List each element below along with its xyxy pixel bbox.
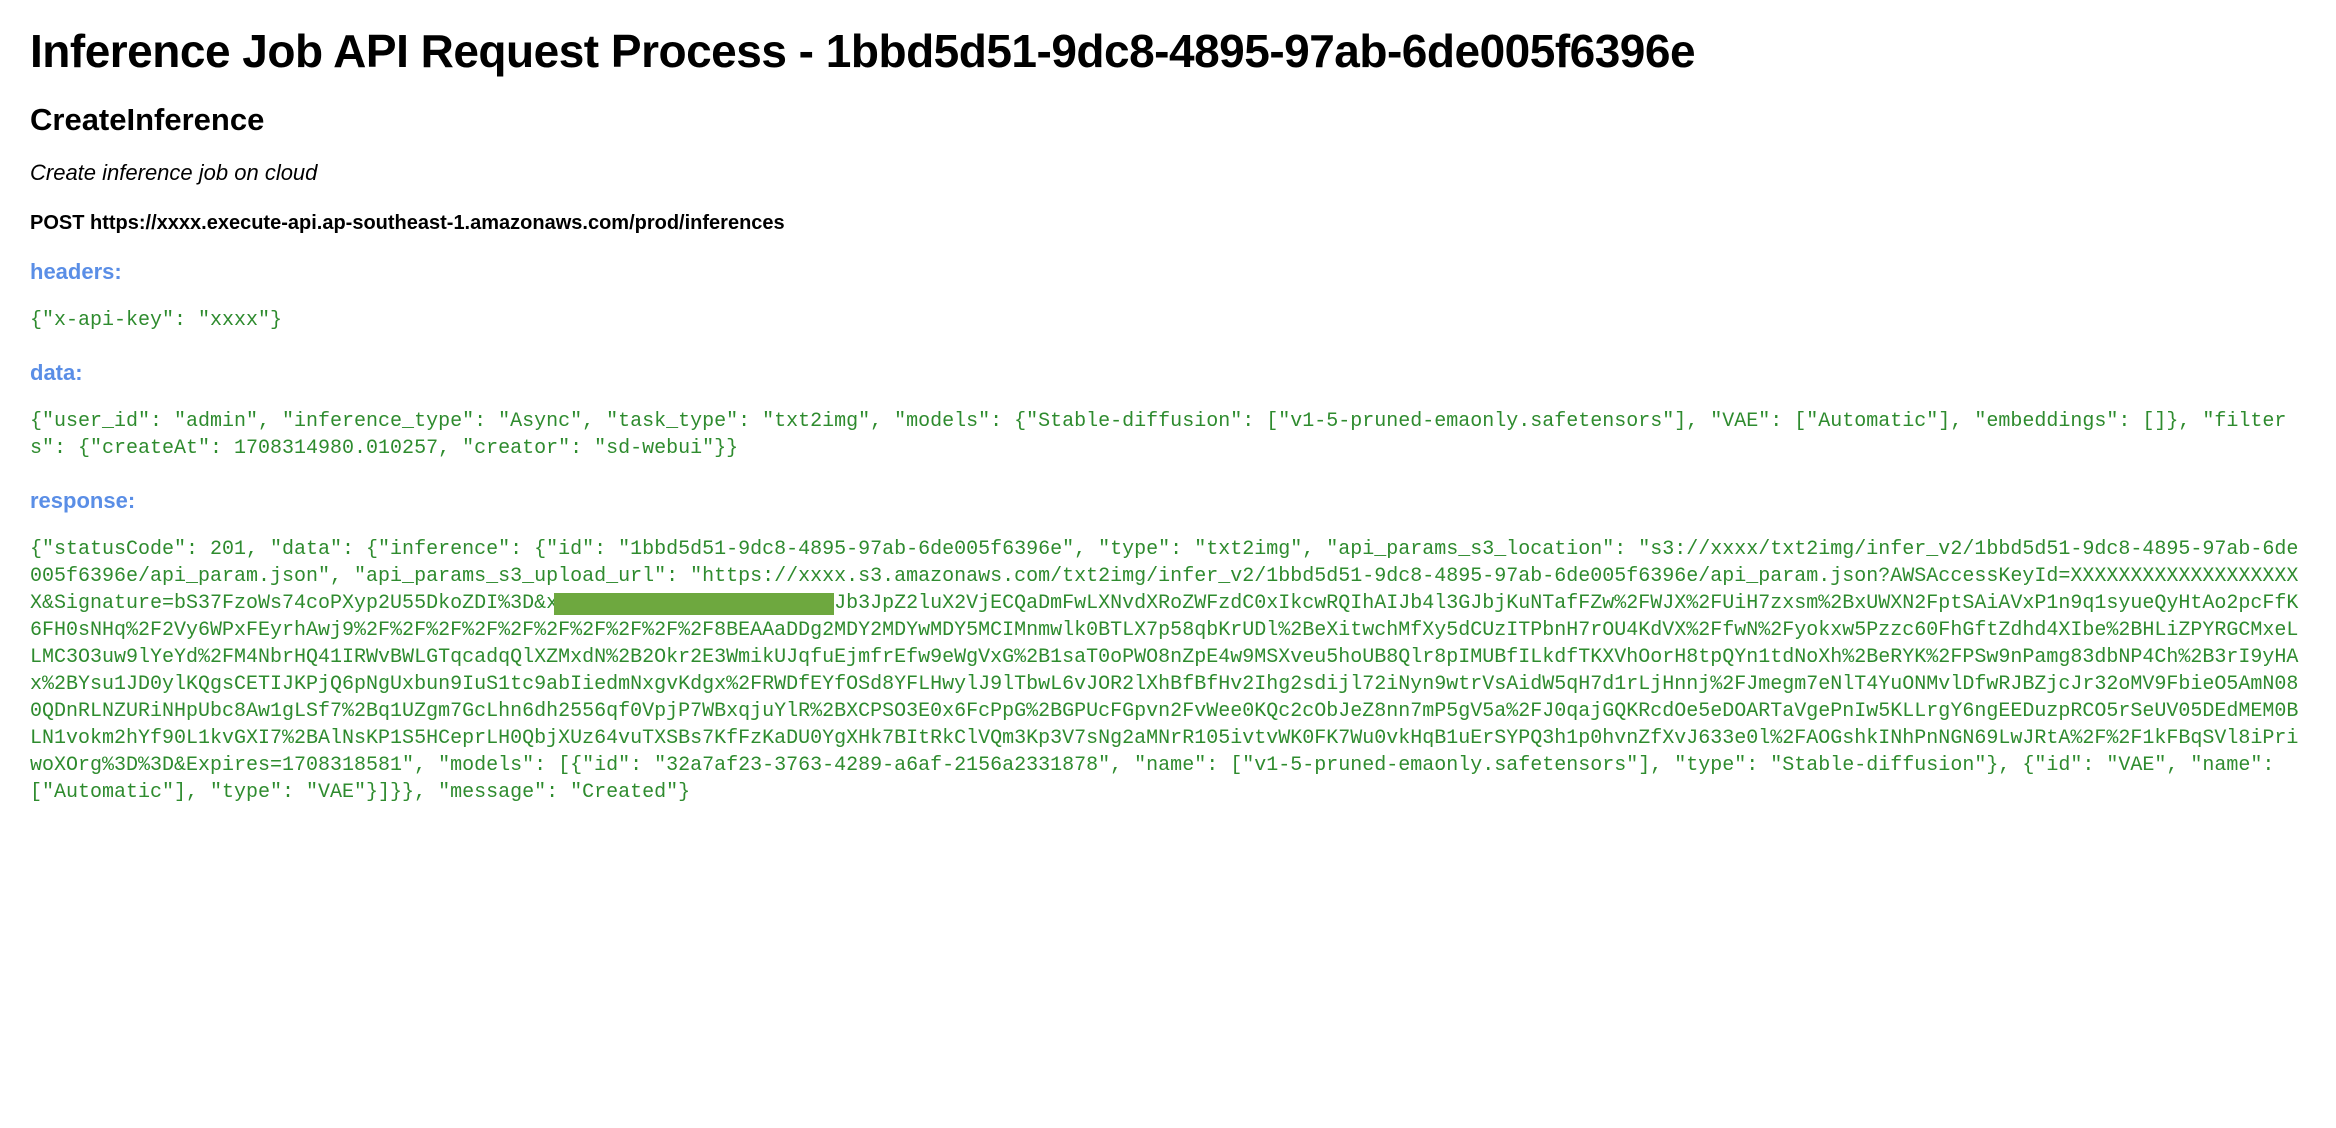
endpoint-line: POST https://xxxx.execute-api.ap-southea… (30, 212, 2306, 235)
data-label: data: (30, 360, 2306, 386)
operation-heading: CreateInference (30, 102, 2306, 138)
page-title: Inference Job API Request Process - 1bbd… (30, 24, 2306, 78)
operation-subtitle: Create inference job on cloud (30, 160, 2306, 186)
response-label: response: (30, 488, 2306, 514)
data-block: {"user_id": "admin", "inference_type": "… (30, 408, 2306, 462)
response-block: {"statusCode": 201, "data": {"inference"… (30, 536, 2306, 806)
headers-block: {"x-api-key": "xxxx"} (30, 307, 2306, 334)
headers-label: headers: (30, 259, 2306, 285)
redaction-overlay (554, 593, 834, 615)
